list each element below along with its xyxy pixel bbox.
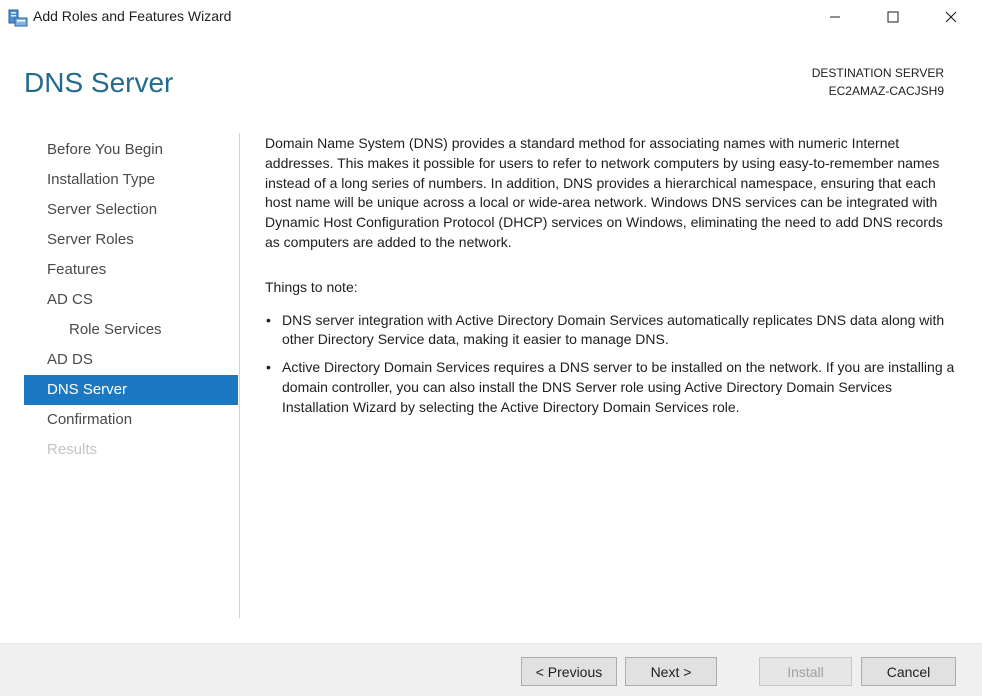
nav-item-dns-server[interactable]: DNS Server <box>24 375 238 405</box>
nav-item-before-you-begin[interactable]: Before You Begin <box>24 135 238 165</box>
minimize-button[interactable] <box>806 0 864 34</box>
nav-item-server-roles[interactable]: Server Roles <box>24 225 238 255</box>
list-item: • DNS server integration with Active Dir… <box>265 311 957 351</box>
nav-item-confirmation[interactable]: Confirmation <box>24 405 238 435</box>
nav-item-server-selection[interactable]: Server Selection <box>24 195 238 225</box>
list-item: • Active Directory Domain Services requi… <box>265 358 957 417</box>
nav-item-role-services[interactable]: Role Services <box>24 315 238 345</box>
notes-list: • DNS server integration with Active Dir… <box>265 311 957 418</box>
note-text: DNS server integration with Active Direc… <box>282 311 945 348</box>
things-to-note-heading: Things to note: <box>265 278 358 295</box>
server-manager-icon <box>8 7 28 27</box>
dns-description: Domain Name System (DNS) provides a stan… <box>265 135 943 250</box>
wizard-nav: Before You Begin Installation Type Serve… <box>24 135 238 465</box>
nav-item-installation-type[interactable]: Installation Type <box>24 165 238 195</box>
title-bar: Add Roles and Features Wizard <box>0 0 982 34</box>
minimize-icon <box>830 16 840 18</box>
close-icon <box>945 11 957 23</box>
cancel-button[interactable]: Cancel <box>861 657 956 686</box>
previous-button[interactable]: < Previous <box>521 657 617 686</box>
bullet-icon: • <box>266 359 271 376</box>
nav-item-ad-ds[interactable]: AD DS <box>24 345 238 375</box>
note-text: Active Directory Domain Services require… <box>282 359 955 415</box>
maximize-button[interactable] <box>864 0 922 34</box>
destination-server-label: DESTINATION SERVER <box>811 66 944 80</box>
window-title: Add Roles and Features Wizard <box>33 8 232 24</box>
nav-item-features[interactable]: Features <box>24 255 238 285</box>
nav-item-ad-cs[interactable]: AD CS <box>24 285 238 315</box>
install-button: Install <box>759 657 852 686</box>
nav-divider <box>239 133 240 618</box>
page-title: DNS Server <box>24 67 174 98</box>
main-content: Domain Name System (DNS) provides a stan… <box>265 134 957 426</box>
close-button[interactable] <box>922 0 980 34</box>
nav-item-results: Results <box>47 441 98 458</box>
destination-server-name: EC2AMAZ-CACJSH9 <box>828 84 944 98</box>
bullet-icon: • <box>266 311 271 328</box>
next-button[interactable]: Next > <box>625 657 717 686</box>
maximize-icon <box>887 11 899 23</box>
